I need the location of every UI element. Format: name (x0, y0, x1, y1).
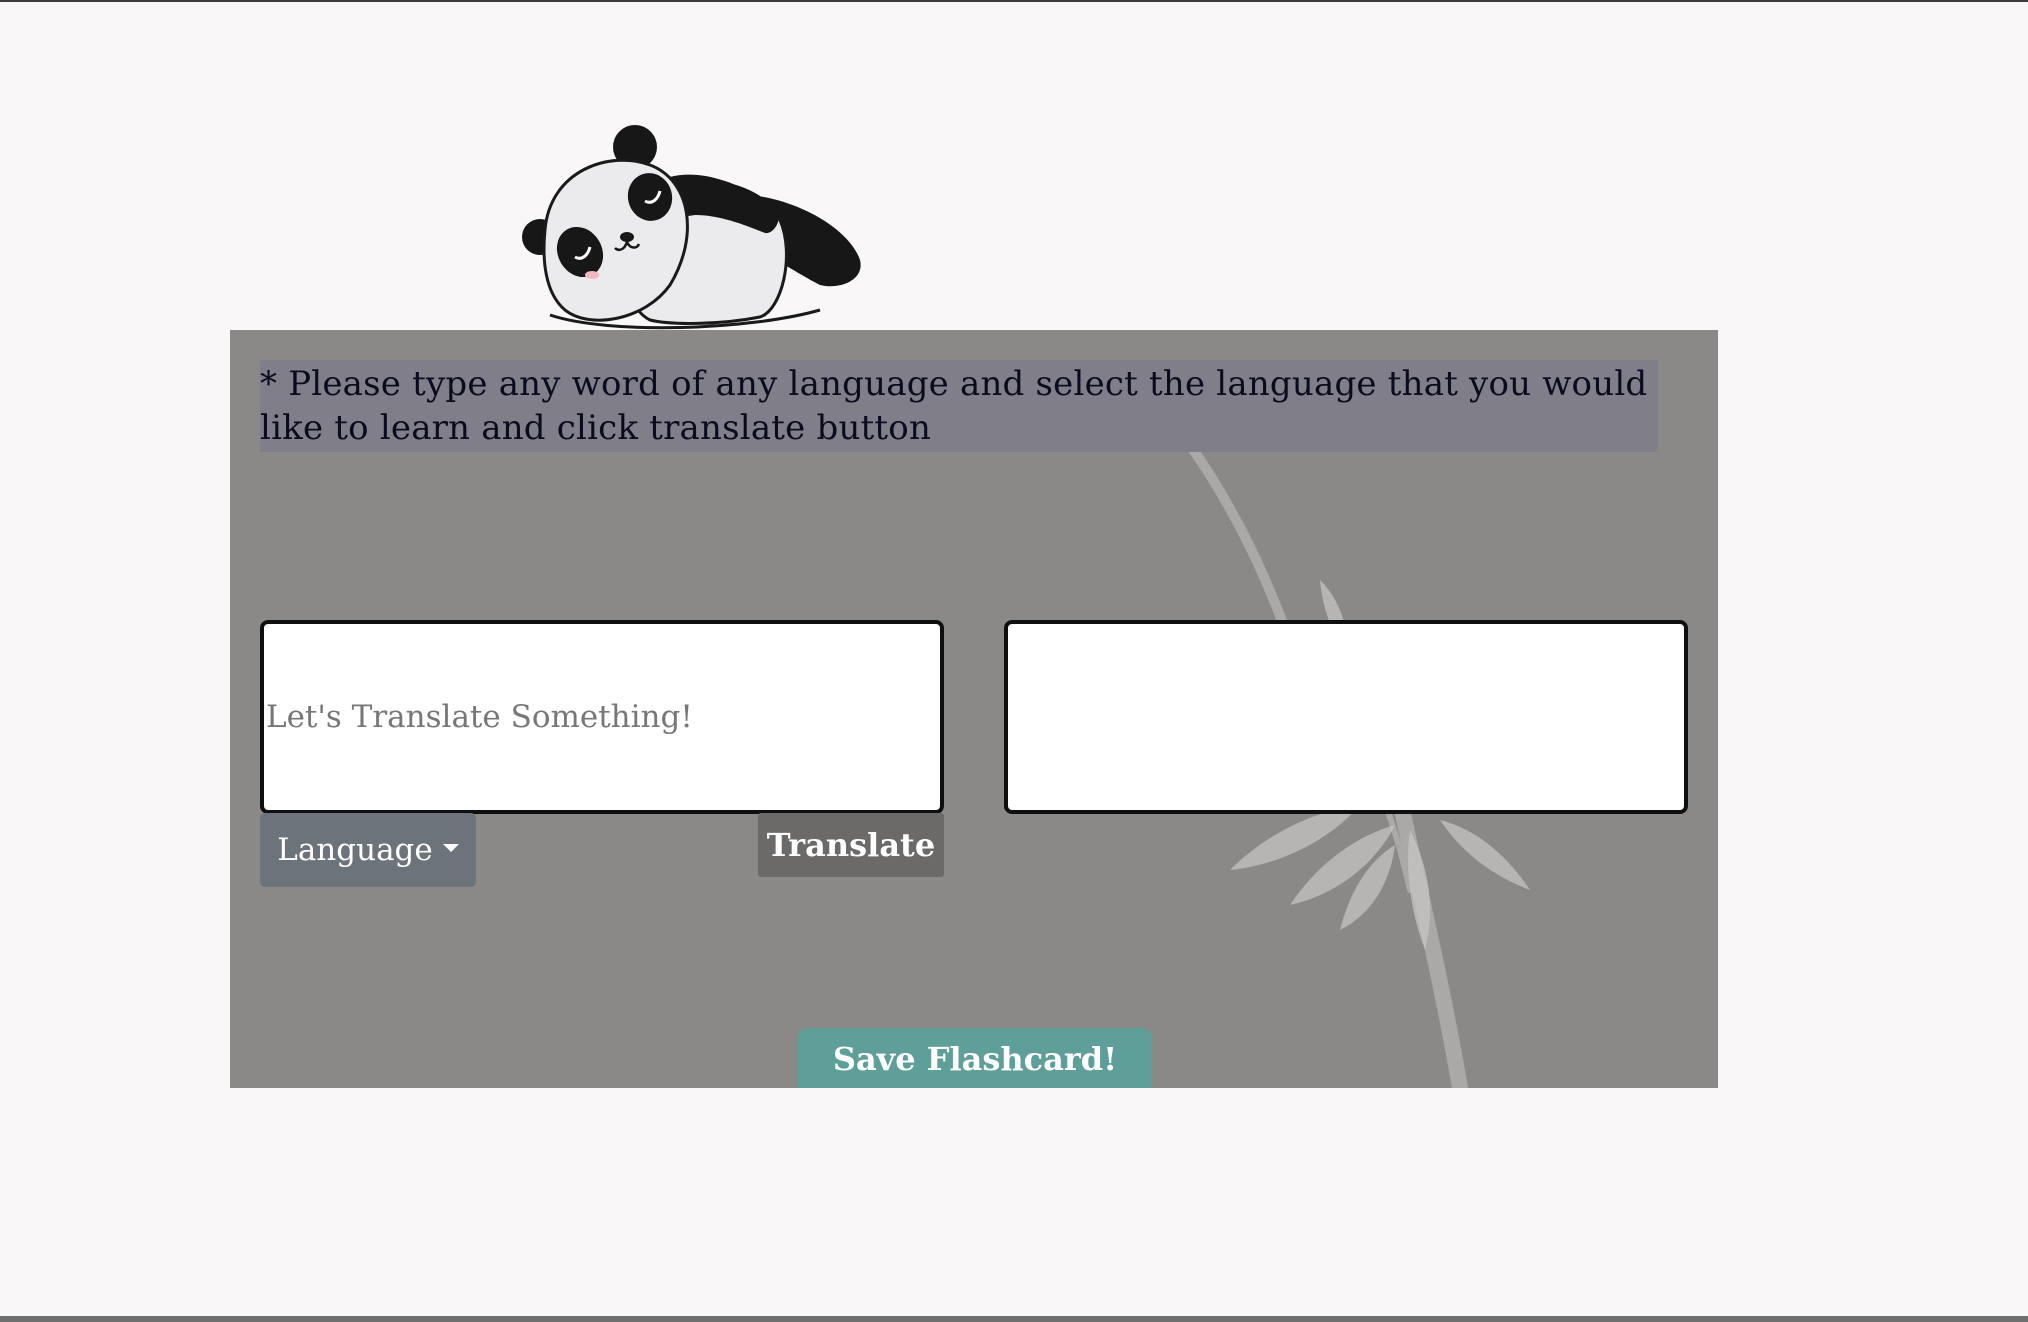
bottom-border (0, 1316, 2028, 1322)
source-text-input[interactable] (264, 624, 940, 810)
instructions-text: * Please type any word of any language a… (260, 360, 1658, 452)
save-flashcard-button[interactable]: Save Flashcard! (798, 1028, 1152, 1088)
top-border (0, 0, 2028, 2)
sleeping-panda-illustration (522, 125, 861, 330)
language-dropdown-button[interactable]: Language (260, 813, 476, 887)
caret-down-icon (442, 844, 459, 852)
language-dropdown-label: Language (277, 832, 433, 868)
translation-output-box (1004, 620, 1688, 814)
translate-button[interactable]: Translate (758, 813, 944, 877)
source-text-box[interactable] (260, 620, 944, 814)
translator-panel: * Please type any word of any language a… (230, 330, 1718, 1088)
